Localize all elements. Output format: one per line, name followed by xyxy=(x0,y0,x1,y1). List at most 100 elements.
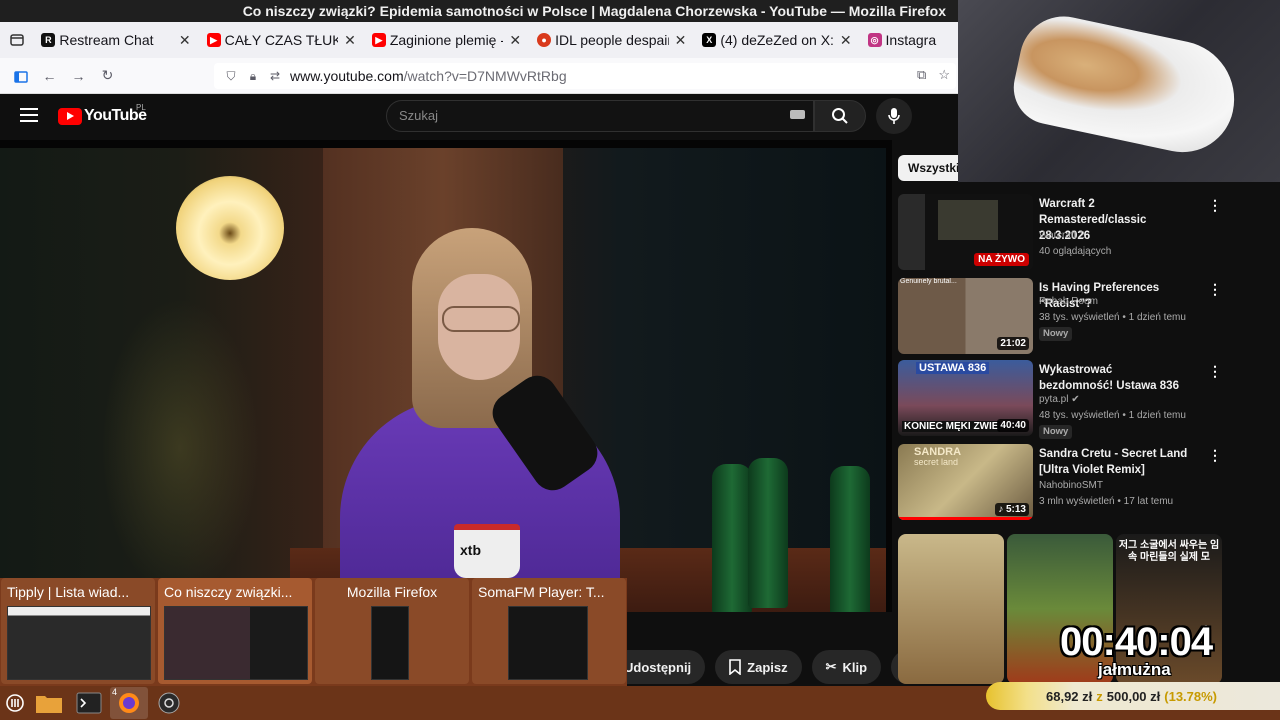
preview-title: Tipply | Lista wiad... xyxy=(7,584,130,600)
window-preview-tipply[interactable]: Tipply | Lista wiad... xyxy=(1,578,155,684)
recommendation-item[interactable]: USTAWA 836 KONIEC MĘKI ZWIE 40:40 Wykast… xyxy=(898,360,1228,439)
region-code: PL xyxy=(136,103,146,112)
reload-icon[interactable]: ↻ xyxy=(93,58,122,94)
window-preview-somafm[interactable]: SomaFM Player: T... xyxy=(472,578,626,684)
url-bar[interactable]: ⛉ 🔒︎ ⇄ www.youtube.com/watch?v=D7NMWvRtR… xyxy=(214,63,956,89)
new-badge: Nowy xyxy=(1039,425,1073,439)
video-thumbnail[interactable]: SANDRA secret land ♪ 5:13 xyxy=(898,444,1033,520)
terminal-icon[interactable] xyxy=(70,687,108,719)
obs-icon[interactable] xyxy=(150,687,188,719)
url-host: www.youtube.com xyxy=(290,68,404,84)
video-thumbnail[interactable]: Genuinely brutal... 21:02 xyxy=(898,278,1033,354)
firefox-icon[interactable]: 4 xyxy=(110,687,148,719)
short-thumbnail[interactable] xyxy=(898,534,1004,684)
recommendation-item[interactable]: NA ŻYWO Warcraft 2 Remastered/classic 28… xyxy=(898,194,1228,272)
sidebar-toggle-icon[interactable] xyxy=(6,58,35,94)
youtube-logo[interactable]: YouTube PL xyxy=(58,103,147,125)
bottle xyxy=(748,458,788,608)
permissions-icon[interactable]: ⇄ xyxy=(264,69,286,83)
file-manager-icon[interactable] xyxy=(30,687,68,719)
live-badge: NA ŻYWO xyxy=(974,253,1029,266)
mug-logo: xtb xyxy=(460,542,481,558)
video-player[interactable]: xtb xyxy=(0,140,892,612)
app-menu-icon[interactable] xyxy=(2,687,28,719)
tab-reddit[interactable]: ● IDL people despair ✕ xyxy=(529,22,694,58)
timer-label: jałmużna xyxy=(1098,660,1171,679)
preview-title: SomaFM Player: T... xyxy=(478,584,605,600)
more-vert-icon[interactable]: ⋮ xyxy=(1208,282,1222,298)
more-vert-icon[interactable]: ⋮ xyxy=(1208,364,1222,380)
preview-thumbnail xyxy=(508,606,588,680)
channel-name[interactable]: NahobinoSMT xyxy=(1039,480,1103,491)
tab-youtube-2[interactable]: ▶ Zaginione plemię - ✕ xyxy=(364,22,529,58)
tab-youtube-1[interactable]: ▶ CAŁY CZAS TŁUKŁO ✕ xyxy=(199,22,364,58)
bottle xyxy=(712,464,752,612)
preview-thumbnail xyxy=(7,606,151,680)
lock-icon[interactable]: 🔒︎ xyxy=(242,69,264,84)
video-actions: Udostępnij Zapisz ✂ Klip ••• xyxy=(610,650,926,684)
tab-label: Zaginione plemię - xyxy=(389,32,504,48)
menu-icon[interactable] xyxy=(20,108,38,122)
webcam-overlay xyxy=(958,0,1280,182)
duration-badge: 40:40 xyxy=(997,419,1029,432)
preview-title: Co niszczy związki... xyxy=(164,584,293,600)
clip-button[interactable]: ✂ Klip xyxy=(811,650,882,684)
duration-badge: 21:02 xyxy=(997,337,1029,350)
close-icon[interactable]: ✕ xyxy=(344,32,356,49)
youtube-play-icon xyxy=(58,107,82,125)
window-previews: Tipply | Lista wiad... Co niszczy związk… xyxy=(0,578,627,686)
thumbnail-caption: Genuinely brutal... xyxy=(900,278,957,285)
lamp xyxy=(176,176,284,280)
more-vert-icon[interactable]: ⋮ xyxy=(1208,198,1222,214)
tab-label: (4) deZeZed on X: " xyxy=(720,32,834,48)
bookmark-star-icon[interactable]: ☆ xyxy=(938,67,950,83)
search-input[interactable]: Szukaj xyxy=(386,100,814,132)
back-icon[interactable]: ← xyxy=(35,58,64,94)
video-title[interactable]: Sandra Cretu - Secret Land [Ultra Violet… xyxy=(1039,446,1189,478)
tab-list-icon[interactable] xyxy=(0,22,33,58)
tab-x[interactable]: X (4) deZeZed on X: " ✕ xyxy=(694,22,859,58)
channel-name[interactable]: Rehab Room xyxy=(1039,296,1098,307)
search-button[interactable] xyxy=(814,100,866,132)
channel-name[interactable]: pyta.pl ✔ xyxy=(1039,394,1080,405)
share-label: Udostępnij xyxy=(624,659,692,675)
voice-search-button[interactable] xyxy=(876,98,912,134)
video-thumbnail[interactable]: NA ŻYWO xyxy=(898,194,1033,270)
close-icon[interactable]: ✕ xyxy=(179,32,191,49)
save-button[interactable]: Zapisz xyxy=(715,650,802,684)
keyboard-icon[interactable] xyxy=(790,110,805,119)
donation-percent: (13.78%) xyxy=(1164,688,1218,704)
more-vert-icon[interactable]: ⋮ xyxy=(1208,448,1222,464)
video-meta: 40 oglądających xyxy=(1039,246,1112,257)
tab-label: Restream Chat xyxy=(59,32,154,48)
tab-label: Instagra xyxy=(885,32,937,48)
recommendation-item[interactable]: Genuinely brutal... 21:02 Is Having Pref… xyxy=(898,278,1228,356)
window-preview-firefox[interactable]: Mozilla Firefox xyxy=(315,578,469,684)
window-preview-youtube[interactable]: Co niszczy związki... xyxy=(158,578,312,684)
thumbnail-caption-2: KONIEC MĘKI ZWIE xyxy=(902,421,1001,432)
close-icon[interactable]: ✕ xyxy=(509,32,521,49)
game-scene xyxy=(938,200,998,240)
video-thumbnail[interactable]: USTAWA 836 KONIEC MĘKI ZWIE 40:40 xyxy=(898,360,1033,436)
donation-goal-amount: 500,00 zł xyxy=(1106,688,1161,704)
video-meta: 38 tys. wyświetleń • 1 dzień temu xyxy=(1039,312,1186,323)
close-icon[interactable]: ✕ xyxy=(840,32,852,49)
shield-icon[interactable]: ⛉ xyxy=(220,69,242,84)
recommendation-item[interactable]: SANDRA secret land ♪ 5:13 Sandra Cretu -… xyxy=(898,444,1228,522)
plant xyxy=(100,298,260,598)
tab-restream[interactable]: R Restream Chat ✕ xyxy=(33,22,198,58)
close-icon[interactable]: ✕ xyxy=(675,32,687,49)
channel-name[interactable]: Warcraft 2 xyxy=(1039,230,1085,241)
tab-label: CAŁY CZAS TŁUKŁO xyxy=(224,32,339,48)
short-caption: 저그 소굴에서 싸우는 임 속 마린들의 실제 모 xyxy=(1118,540,1220,563)
forward-icon[interactable]: → xyxy=(64,58,93,94)
picture-in-picture-icon[interactable]: ⧉ xyxy=(917,67,926,83)
bottle xyxy=(830,466,870,612)
scissors-icon: ✂ xyxy=(825,659,837,674)
tab-instagram[interactable]: ◎ Instagra xyxy=(860,22,958,58)
restream-icon: R xyxy=(41,33,56,47)
donation-goal: 68,92 zł z 500,00 zł (13.78%) xyxy=(986,682,1280,710)
video-title[interactable]: Wykastrować bezdomność! Ustawa 836 xyxy=(1039,362,1189,394)
microphone-icon xyxy=(888,108,900,124)
preview-thumbnail xyxy=(164,606,308,680)
